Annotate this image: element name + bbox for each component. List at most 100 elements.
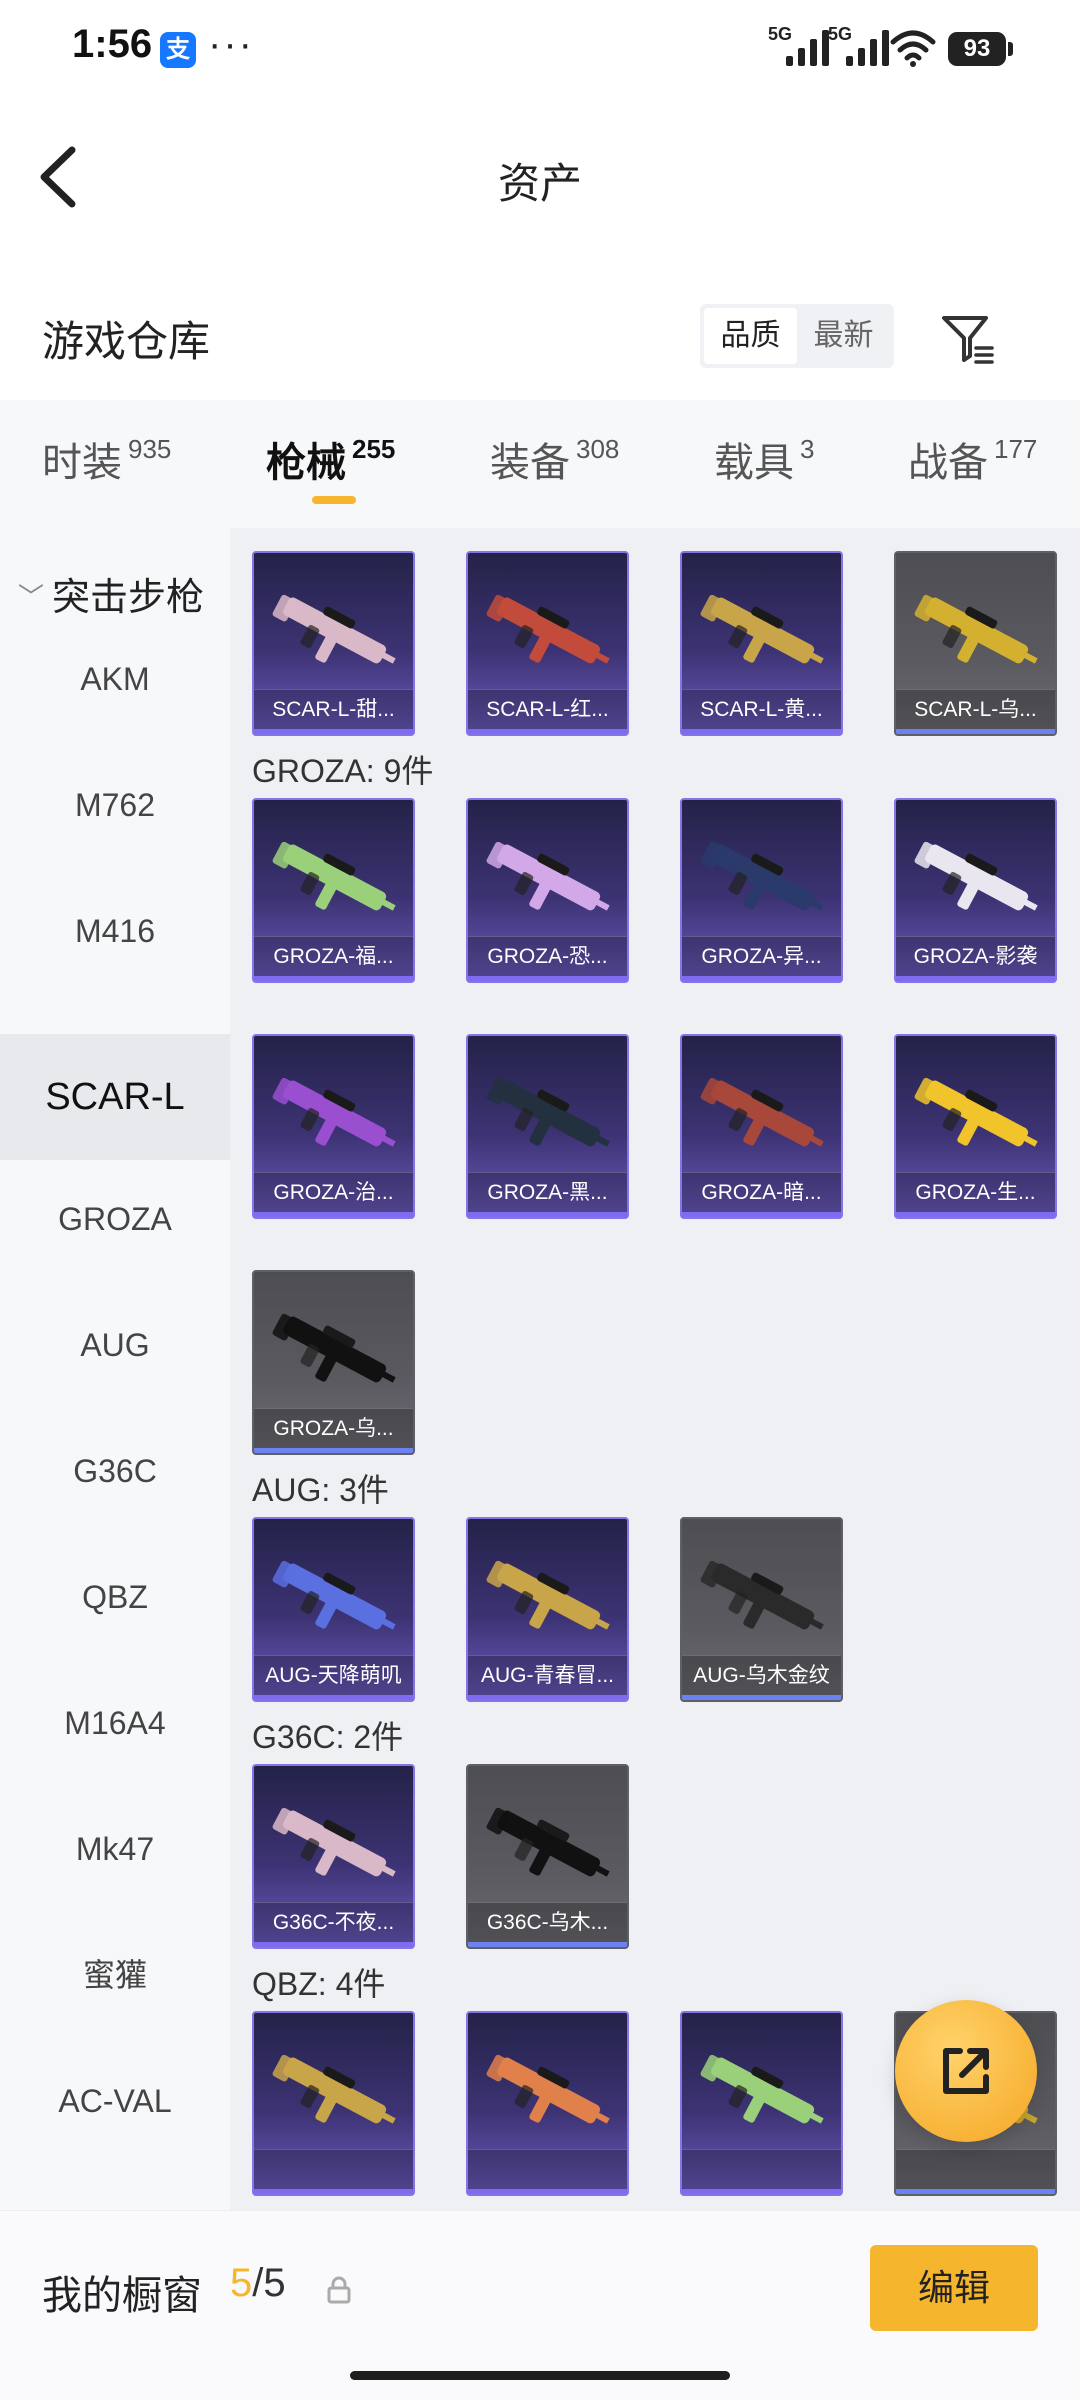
tab-label: 载具: [714, 441, 794, 485]
weapon-skin-thumbnail: [486, 1560, 610, 1630]
weapon-skin-thumbnail: [272, 1077, 396, 1147]
weapon-skin-thumbnail: [272, 841, 396, 911]
sidebar-item-honey-badger[interactable]: 蜜獾: [0, 1912, 230, 2038]
weapon-skin-card[interactable]: GROZA-生...: [894, 1034, 1057, 1219]
weapon-skin-card[interactable]: GROZA-恐...: [466, 798, 629, 983]
sort-by-quality-button[interactable]: 品质: [704, 308, 797, 364]
tab-vehicles[interactable]: 载具 3: [714, 430, 814, 488]
sidebar-item-m16a4[interactable]: M16A4: [0, 1660, 230, 1786]
weapon-skin-card[interactable]: AUG-青春冒...: [466, 1517, 629, 1702]
weapon-skin-card[interactable]: GROZA-黑...: [466, 1034, 629, 1219]
weapon-skin-card[interactable]: GROZA-治...: [252, 1034, 415, 1219]
group-label: GROZA: 9件: [252, 753, 434, 789]
tab-equipment[interactable]: 装备 308: [490, 430, 619, 488]
weapon-skin-name: AUG-天降萌叽: [254, 1655, 413, 1695]
tab-supplies[interactable]: 战备 177: [908, 430, 1037, 488]
weapon-skin-card[interactable]: G36C-不夜...: [252, 1764, 415, 1949]
weapon-skin-thumbnail: [914, 841, 1038, 911]
edit-button[interactable]: 编辑: [870, 2245, 1038, 2331]
rarity-stripe: [682, 1212, 841, 1217]
weapon-skin-card[interactable]: GROZA-乌...: [252, 1270, 415, 1455]
weapon-skin-name: GROZA-暗...: [682, 1172, 841, 1212]
battery-icon: [1008, 42, 1013, 56]
sidebar-item-qbz[interactable]: QBZ: [0, 1534, 230, 1660]
active-tab-indicator: [312, 496, 356, 504]
weapon-skin-name: SCAR-L-黄...: [682, 689, 841, 729]
sidebar-item-m416[interactable]: M416: [0, 868, 230, 994]
rarity-stripe: [896, 976, 1055, 981]
weapon-skin-card[interactable]: [680, 2011, 843, 2196]
sort-toggle: 品质 最新: [700, 304, 894, 368]
weapon-skin-card[interactable]: AUG-乌木金纹: [680, 1517, 843, 1702]
sort-by-newest-button[interactable]: 最新: [797, 308, 890, 364]
signal-icon: [846, 28, 890, 66]
weapon-skin-thumbnail: [486, 594, 610, 664]
weapon-skin-thumbnail: [700, 1077, 824, 1147]
tab-label: 战备: [908, 441, 988, 485]
weapon-skin-name: [254, 2149, 413, 2189]
weapon-skin-card[interactable]: SCAR-L-黄...: [680, 551, 843, 736]
weapon-category-sidebar: ﹀ 突击步枪 AKM M762 M416 SCAR-L GROZA AUG G36…: [0, 528, 230, 2210]
weapon-skin-thumbnail: [486, 2054, 610, 2124]
weapon-skin-card[interactable]: GROZA-暗...: [680, 1034, 843, 1219]
rarity-stripe: [254, 729, 413, 734]
weapon-skin-card[interactable]: GROZA-异...: [680, 798, 843, 983]
sidebar-item-akm[interactable]: AKM: [0, 616, 230, 742]
showcase-separator: /: [252, 2261, 264, 2305]
weapon-skin-name: [468, 2149, 627, 2189]
weapon-skin-card[interactable]: SCAR-L-甜...: [252, 551, 415, 736]
weapon-skin-thumbnail: [272, 1807, 396, 1877]
sidebar-group-label: 突击步枪: [52, 577, 205, 619]
weapon-skin-name: AUG-青春冒...: [468, 1655, 627, 1695]
rarity-stripe: [682, 1695, 841, 1700]
weapon-skin-card[interactable]: GROZA-福...: [252, 798, 415, 983]
weapon-skin-thumbnail: [486, 841, 610, 911]
weapon-skin-thumbnail: [272, 1560, 396, 1630]
rarity-stripe: [468, 1212, 627, 1217]
weapon-skin-card[interactable]: SCAR-L-红...: [466, 551, 629, 736]
sidebar-group-assault-rifles[interactable]: ﹀ 突击步枪: [18, 566, 204, 621]
weapon-skin-card[interactable]: AUG-天降萌叽: [252, 1517, 415, 1702]
sidebar-item-scar-l[interactable]: SCAR-L: [0, 1034, 230, 1160]
tab-firearms[interactable]: 枪械 255: [266, 430, 395, 488]
weapon-skin-card[interactable]: SCAR-L-乌...: [894, 551, 1057, 736]
rarity-stripe: [682, 729, 841, 734]
weapon-skin-card[interactable]: [252, 2011, 415, 2196]
rarity-stripe: [468, 1942, 627, 1947]
tab-count: 177: [994, 434, 1038, 464]
tab-fashion[interactable]: 时装 935: [42, 430, 171, 488]
weapon-skin-card[interactable]: GROZA-影袭: [894, 798, 1057, 983]
sidebar-item-g36c[interactable]: G36C: [0, 1408, 230, 1534]
sidebar-item-ac-val[interactable]: AC-VAL: [0, 2038, 230, 2164]
item-grid: SCAR-L-甜... SCAR-L-红... SCAR-L-黄... SCAR-L-…: [230, 528, 1080, 2210]
sidebar-item-aug[interactable]: AUG: [0, 1282, 230, 1408]
rarity-stripe: [468, 976, 627, 981]
weapon-skin-card[interactable]: [466, 2011, 629, 2196]
group-label: QBZ: 4件: [252, 1966, 386, 2002]
showcase-title: 我的橱窗: [42, 2274, 202, 2318]
sidebar-item-mk47[interactable]: Mk47: [0, 1786, 230, 1912]
weapon-skin-thumbnail: [914, 594, 1038, 664]
more-notifications-icon: ···: [208, 22, 254, 66]
filter-icon[interactable]: [940, 310, 996, 366]
weapon-skin-name: GROZA-治...: [254, 1172, 413, 1212]
rarity-stripe: [896, 1212, 1055, 1217]
sidebar-item-m762[interactable]: M762: [0, 742, 230, 868]
weapon-skin-thumbnail: [272, 1313, 396, 1383]
weapon-skin-card[interactable]: G36C-乌木...: [466, 1764, 629, 1949]
page-title: 资产: [497, 160, 582, 207]
showcase-count: 5/5: [230, 2261, 286, 2306]
rarity-stripe: [682, 2189, 841, 2194]
sidebar-item-groza[interactable]: GROZA: [0, 1156, 230, 1282]
weapon-skin-name: G36C-乌木...: [468, 1902, 627, 1942]
weapon-skin-thumbnail: [272, 594, 396, 664]
home-indicator[interactable]: [350, 2371, 730, 2380]
rarity-stripe: [254, 1212, 413, 1217]
share-button[interactable]: [895, 2000, 1037, 2142]
showcase-total: 5: [263, 2261, 286, 2305]
weapon-skin-thumbnail: [486, 1807, 610, 1877]
tab-label: 枪械: [266, 441, 346, 485]
alipay-icon: 支: [160, 32, 196, 68]
weapon-skin-thumbnail: [700, 1560, 824, 1630]
weapon-skin-name: GROZA-福...: [254, 936, 413, 976]
